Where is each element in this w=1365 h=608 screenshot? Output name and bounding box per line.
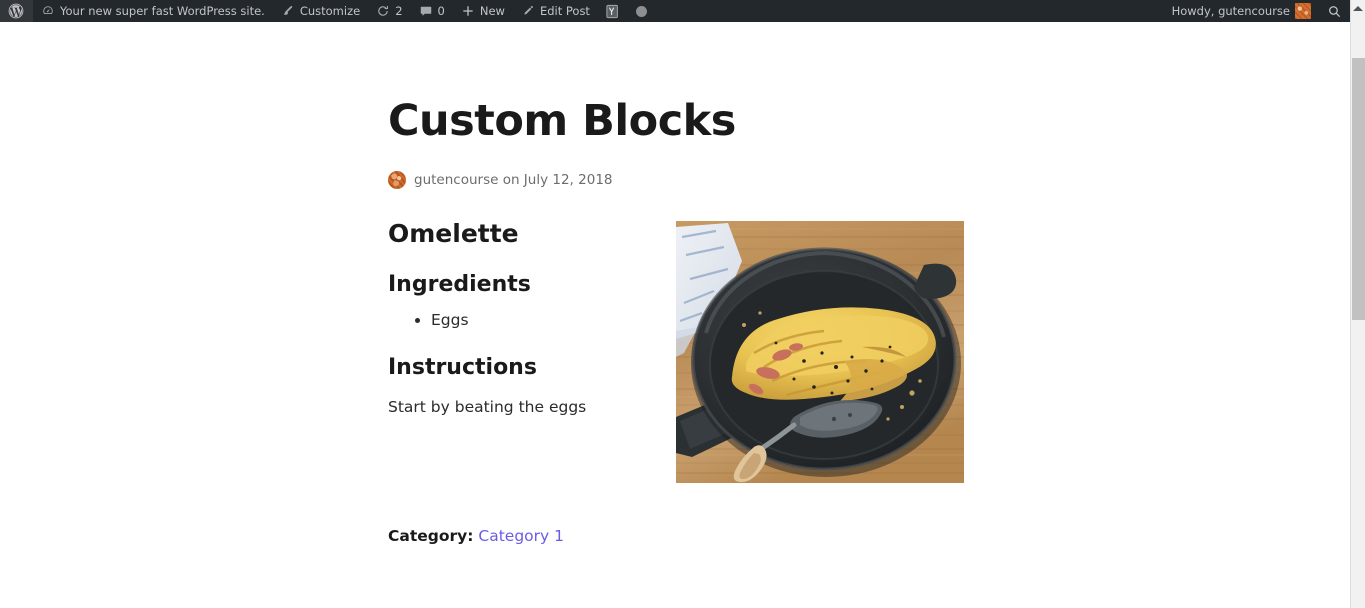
- post-byline: gutencourse on July 12, 2018: [388, 171, 988, 190]
- pencil-icon: [521, 4, 535, 18]
- new-content-button[interactable]: New: [453, 0, 513, 22]
- page-viewport: Custom Blocks gutencourse on July 12, 20…: [0, 22, 1350, 608]
- omelette-photo: [676, 221, 964, 484]
- new-content-label: New: [479, 4, 505, 18]
- wordpress-logo-button[interactable]: [0, 0, 33, 22]
- circle-icon: [635, 5, 647, 17]
- post-entry: Omelette Ingredients Eggs Instructions S…: [388, 219, 988, 548]
- post-content-column: Custom Blocks gutencourse on July 12, 20…: [388, 22, 988, 564]
- yoast-seo-button[interactable]: [598, 0, 628, 22]
- category-link[interactable]: Category 1: [478, 527, 564, 545]
- customize-button[interactable]: Customize: [273, 0, 368, 22]
- wordpress-icon: [8, 3, 24, 19]
- chevron-up-icon: [1353, 6, 1363, 11]
- category-label: Category:: [388, 526, 474, 545]
- admin-bar-left-group: Your new super fast WordPress site. Cust…: [0, 0, 655, 22]
- dashboard-icon: [41, 4, 55, 18]
- category-line: Category: Category 1: [388, 524, 988, 549]
- plus-icon: [461, 4, 475, 18]
- updates-count: 2: [395, 4, 403, 18]
- comment-bubble-icon: [419, 4, 433, 18]
- search-icon: [1327, 4, 1342, 19]
- seo-status-indicator[interactable]: [628, 0, 655, 22]
- paintbrush-icon: [281, 4, 295, 18]
- customize-label: Customize: [299, 4, 361, 18]
- edit-post-button[interactable]: Edit Post: [513, 0, 598, 22]
- comments-button[interactable]: 0: [411, 0, 453, 22]
- search-button[interactable]: [1319, 0, 1350, 22]
- admin-bar-right-group: Howdy, gutencourse: [1164, 0, 1350, 22]
- comments-count: 0: [437, 4, 445, 18]
- page-title: Custom Blocks: [388, 96, 736, 146]
- site-name-label: Your new super fast WordPress site.: [60, 4, 265, 18]
- edit-post-label: Edit Post: [539, 4, 590, 18]
- avatar: [1295, 3, 1311, 19]
- byline-text: gutencourse on July 12, 2018: [414, 172, 613, 189]
- updates-button[interactable]: 2: [368, 0, 410, 22]
- recipe-image: [676, 221, 964, 484]
- author-gravatar-icon: [388, 171, 406, 190]
- my-account-menu[interactable]: Howdy, gutencourse: [1164, 0, 1319, 22]
- wp-admin-bar: Your new super fast WordPress site. Cust…: [0, 0, 1350, 22]
- scrollbar-thumb[interactable]: [1352, 58, 1365, 320]
- update-icon: [376, 4, 390, 18]
- howdy-label: Howdy, gutencourse: [1171, 4, 1290, 18]
- page-scrollbar[interactable]: [1350, 0, 1365, 608]
- yoast-icon: [606, 4, 620, 19]
- scroll-up-button[interactable]: [1351, 0, 1365, 17]
- site-name-menu[interactable]: Your new super fast WordPress site.: [33, 0, 273, 22]
